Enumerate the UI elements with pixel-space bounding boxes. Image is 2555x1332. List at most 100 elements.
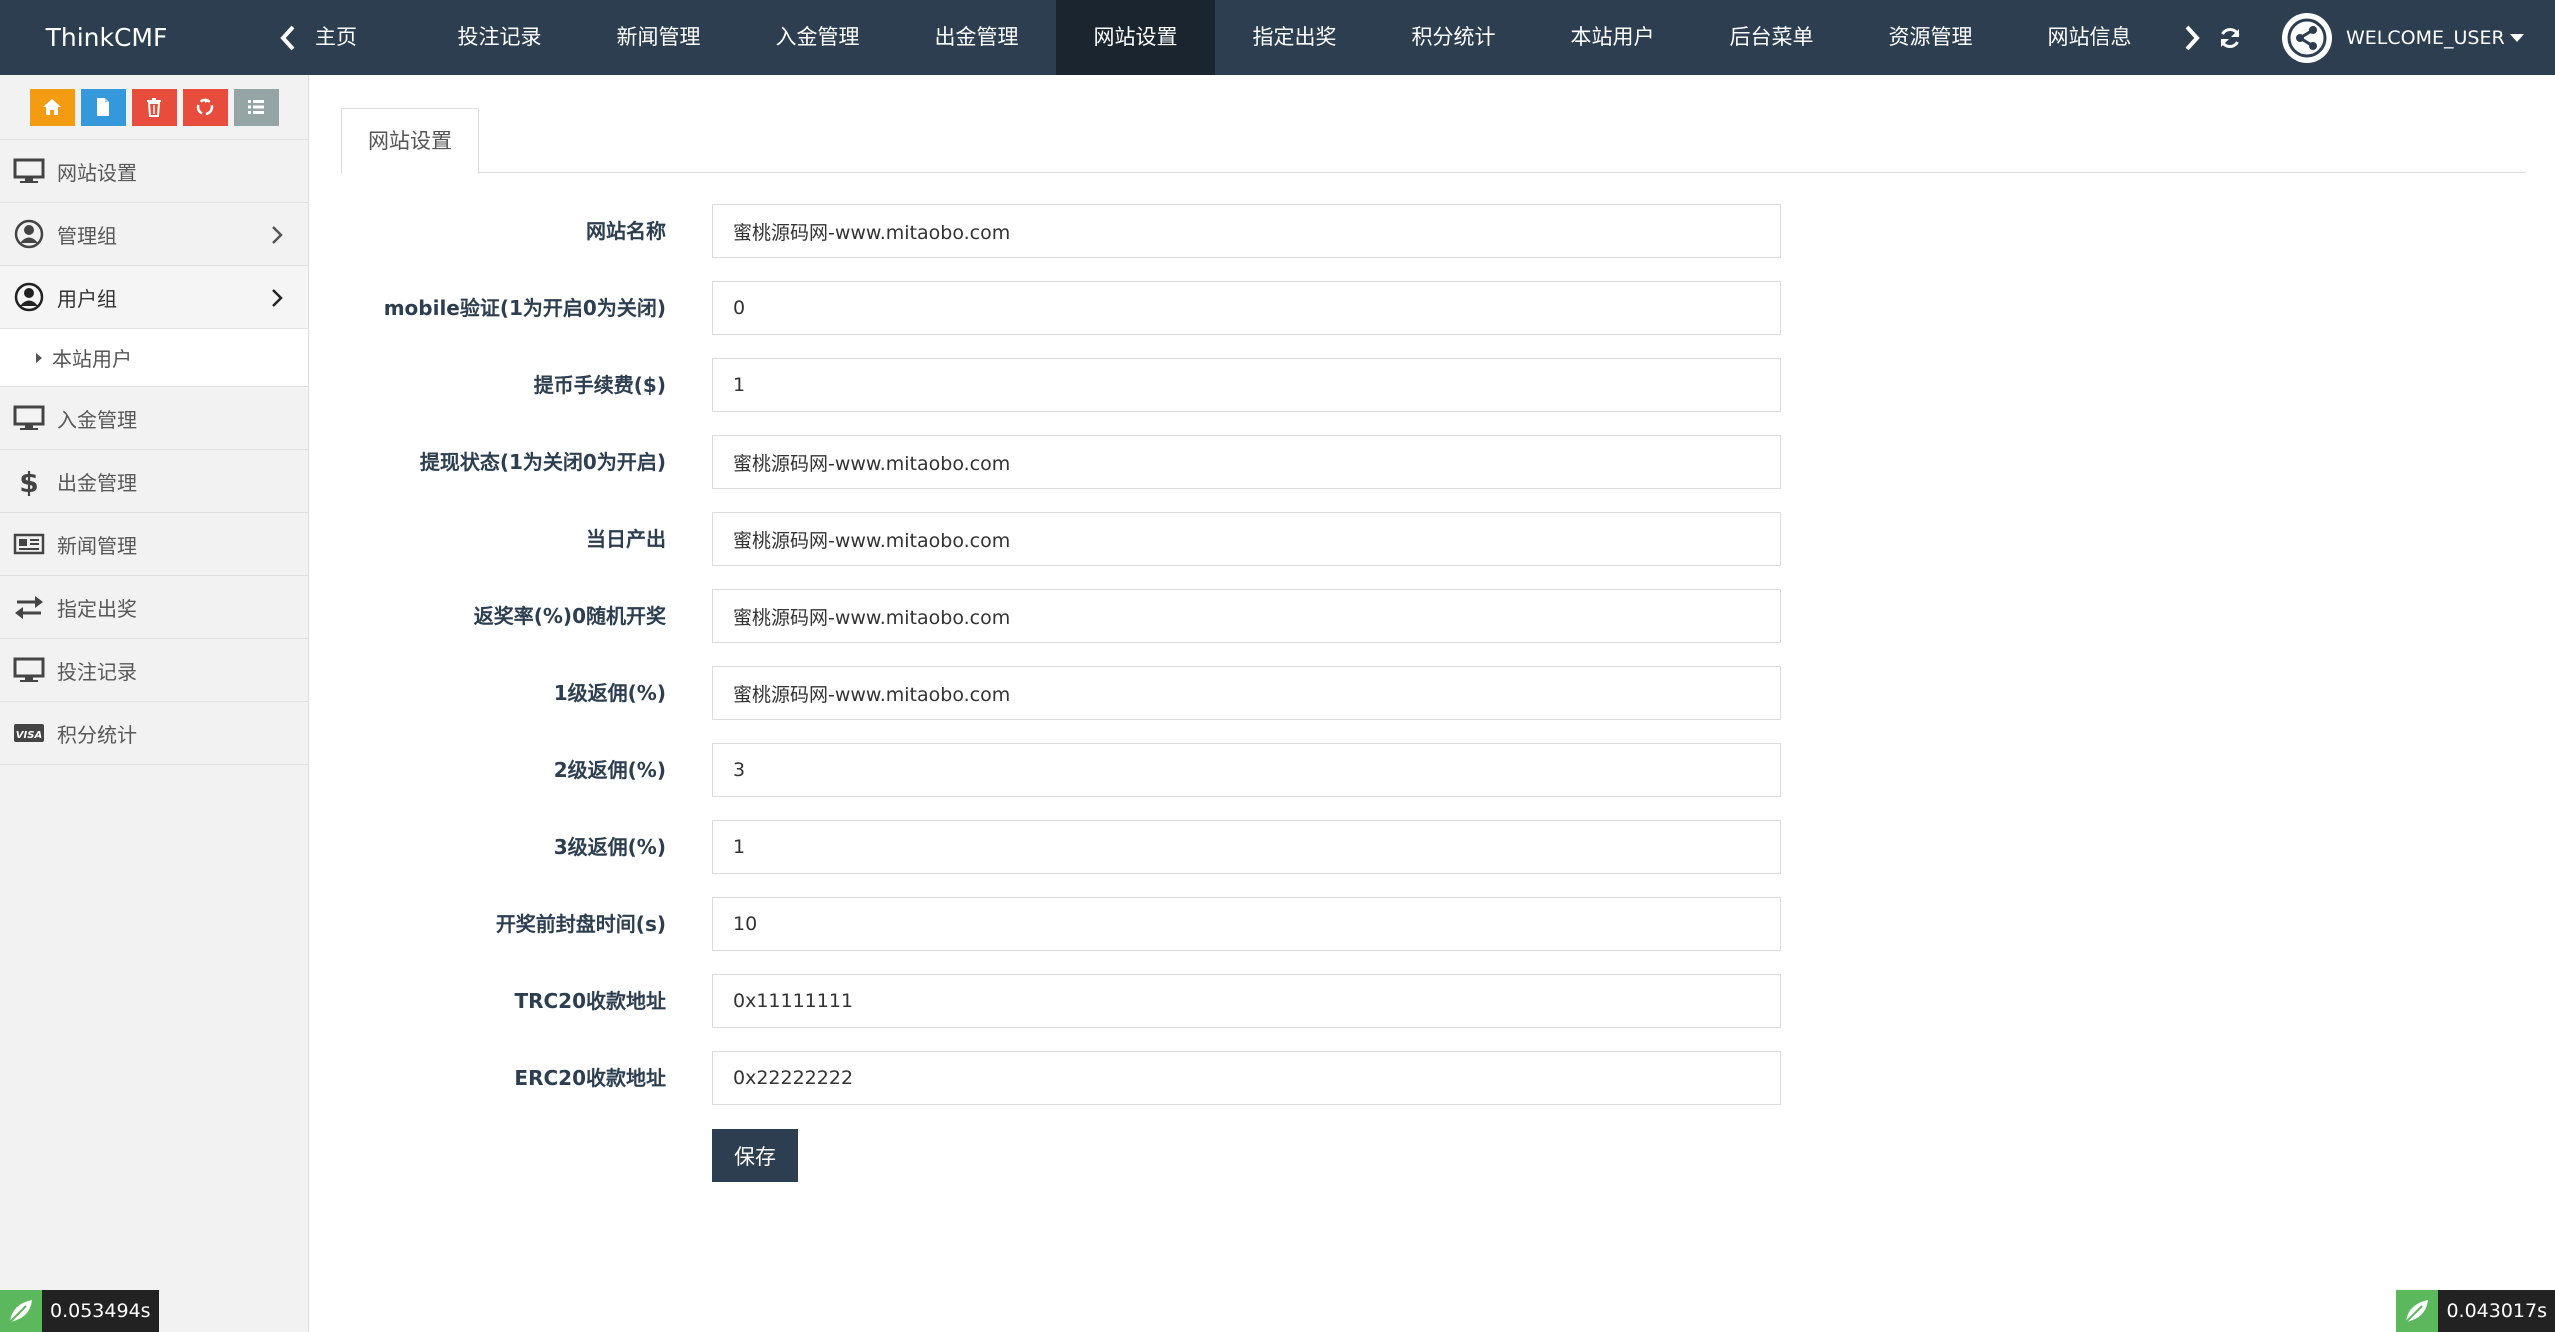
chevron-right-icon [2185,25,2200,50]
site-name-input[interactable] [712,204,1781,258]
field-label: 开奖前封盘时间(s) [495,912,666,936]
form-row-level3-commission: 3级返佣(%) [310,820,1810,874]
nav-tab-withdraw[interactable]: 出金管理 [897,0,1056,75]
sidebar-item-withdraw[interactable]: $ 出金管理 [0,450,308,513]
nav-tab-bet-records[interactable]: 投注记录 [420,0,579,75]
nav-tab-admin-menu[interactable]: 后台菜单 [1692,0,1851,75]
form-row-mobile-verify: mobile验证(1为开启0为关闭) [310,281,1810,335]
sidebar-item-label: 新闻管理 [57,533,137,558]
sidebar-item-label: 指定出奖 [57,596,137,621]
refresh-icon [2220,27,2240,48]
field-label: TRC20收款地址 [514,989,666,1013]
nav-tab-resources[interactable]: 资源管理 [1851,0,2010,75]
form-row-close-time: 开奖前封盘时间(s) [310,897,1810,951]
nav-home-link[interactable]: 主页 [315,0,357,75]
field-label: ERC20收款地址 [514,1066,666,1090]
trc20-address-input[interactable] [712,974,1781,1028]
brand-logo[interactable]: ThinkCMF [0,0,213,75]
monitor-icon [13,403,45,433]
level1-commission-input[interactable] [712,666,1781,720]
caret-down-icon [2509,33,2524,42]
user-menu[interactable]: WELCOME_USER [2282,0,2524,75]
exchange-icon [13,592,45,622]
field-label: 2级返佣(%) [553,758,666,782]
sidebar-item-label: 积分统计 [57,722,137,747]
chevron-right-icon [272,289,283,307]
withdraw-fee-input[interactable] [712,358,1781,412]
field-label: 当日产出 [586,527,666,551]
sidebar-item-user-group[interactable]: 用户组 [0,266,308,329]
nav-tab-site-settings[interactable]: 网站设置 [1056,0,1215,75]
save-button[interactable]: 保存 [712,1129,798,1182]
form-row-level2-commission: 2级返佣(%) [310,743,1810,797]
nav-tab-assign-prize[interactable]: 指定出奖 [1215,0,1374,75]
nav-tab-deposit[interactable]: 入金管理 [738,0,897,75]
debug-badge-right[interactable]: 0.043017s [2396,1290,2555,1332]
sidebar-item-deposit[interactable]: 入金管理 [0,387,308,450]
shortcut-file-button[interactable] [80,88,126,126]
sidebar-item-assign-prize[interactable]: 指定出奖 [0,576,308,639]
mobile-verify-input[interactable] [712,281,1781,335]
sidebar-item-label: 入金管理 [57,407,137,432]
field-label: mobile验证(1为开启0为关闭) [383,296,666,320]
chevron-right-icon [272,226,283,244]
field-label: 返奖率(%)0随机开奖 [473,604,666,628]
nav-tab-site-users[interactable]: 本站用户 [1533,0,1692,75]
nav-tabs: 投注记录 新闻管理 入金管理 出金管理 网站设置 指定出奖 积分统计 本站用户 … [420,0,2169,75]
form-row-level1-commission: 1级返佣(%) [310,666,1810,720]
field-label: 提现状态(1为关闭0为开启) [419,450,666,474]
leaf-icon [0,1290,42,1332]
sidebar-item-news[interactable]: 新闻管理 [0,513,308,576]
sidebar-item-label: 投注记录 [57,659,137,684]
close-time-input[interactable] [712,897,1781,951]
top-navbar: ThinkCMF 主页 投注记录 新闻管理 入金管理 出金管理 网站设置 指定出… [0,0,2555,75]
shortcut-recycle-button[interactable] [182,88,228,126]
erc20-address-input[interactable] [712,1051,1781,1105]
debug-time-left: 0.053494s [42,1290,159,1332]
nav-tab-site-info[interactable]: 网站信息 [2010,0,2169,75]
sidebar: 网站设置 管理组 用户组 本站用户 入金管理 $ 出金管理 新闻管理 指定出奖 … [0,75,309,1332]
sidebar-item-points-stats[interactable]: VISA 积分统计 [0,702,308,765]
user-name: WELCOME_USER [2346,26,2505,49]
shortcut-trash-button[interactable] [131,88,177,126]
user-circle-icon [13,219,45,249]
list-icon [248,100,264,114]
monitor-icon [13,655,45,685]
nav-prev-arrow[interactable] [268,0,308,75]
monitor-icon [13,156,45,186]
sidebar-item-site-settings[interactable]: 网站设置 [0,140,308,203]
sidebar-subitem-site-users[interactable]: 本站用户 [0,329,308,387]
daily-output-input[interactable] [712,512,1781,566]
shortcut-list-button[interactable] [233,88,279,126]
level2-commission-input[interactable] [712,743,1781,797]
share-nodes-icon [2287,18,2327,57]
sidebar-item-bet-records[interactable]: 投注记录 [0,639,308,702]
form-row-trc20-address: TRC20收款地址 [310,974,1810,1028]
sidebar-subitem-label: 本站用户 [52,347,132,371]
sidebar-item-label: 用户组 [57,286,117,311]
form-row-site-name: 网站名称 [310,204,1810,258]
leaf-icon [2396,1290,2439,1332]
field-label: 提币手续费($) [533,373,666,397]
refresh-button[interactable] [2212,0,2248,75]
trash-icon [147,98,161,117]
file-icon [97,98,109,116]
debug-time-right: 0.043017s [2438,1290,2555,1332]
tab-site-settings[interactable]: 网站设置 [341,108,479,174]
shortcut-home-button[interactable] [29,88,75,126]
nav-tab-news[interactable]: 新闻管理 [579,0,738,75]
newspaper-icon [13,529,45,559]
debug-badge-left[interactable]: 0.053494s [0,1290,159,1332]
withdraw-status-input[interactable] [712,435,1781,489]
field-label: 1级返佣(%) [553,681,666,705]
nav-next-arrow[interactable] [2172,0,2212,75]
level3-commission-input[interactable] [712,820,1781,874]
sidebar-item-label: 出金管理 [57,470,137,495]
return-rate-input[interactable] [712,589,1781,643]
field-label: 3级返佣(%) [553,835,666,859]
chevron-left-icon [280,25,295,50]
main-content: 网站设置 网站名称 mobile验证(1为开启0为关闭) 提币手续费($) 提现… [310,75,2555,1332]
sidebar-item-admin-group[interactable]: 管理组 [0,203,308,266]
nav-tab-points-stats[interactable]: 积分统计 [1374,0,1533,75]
home-icon [43,99,61,115]
